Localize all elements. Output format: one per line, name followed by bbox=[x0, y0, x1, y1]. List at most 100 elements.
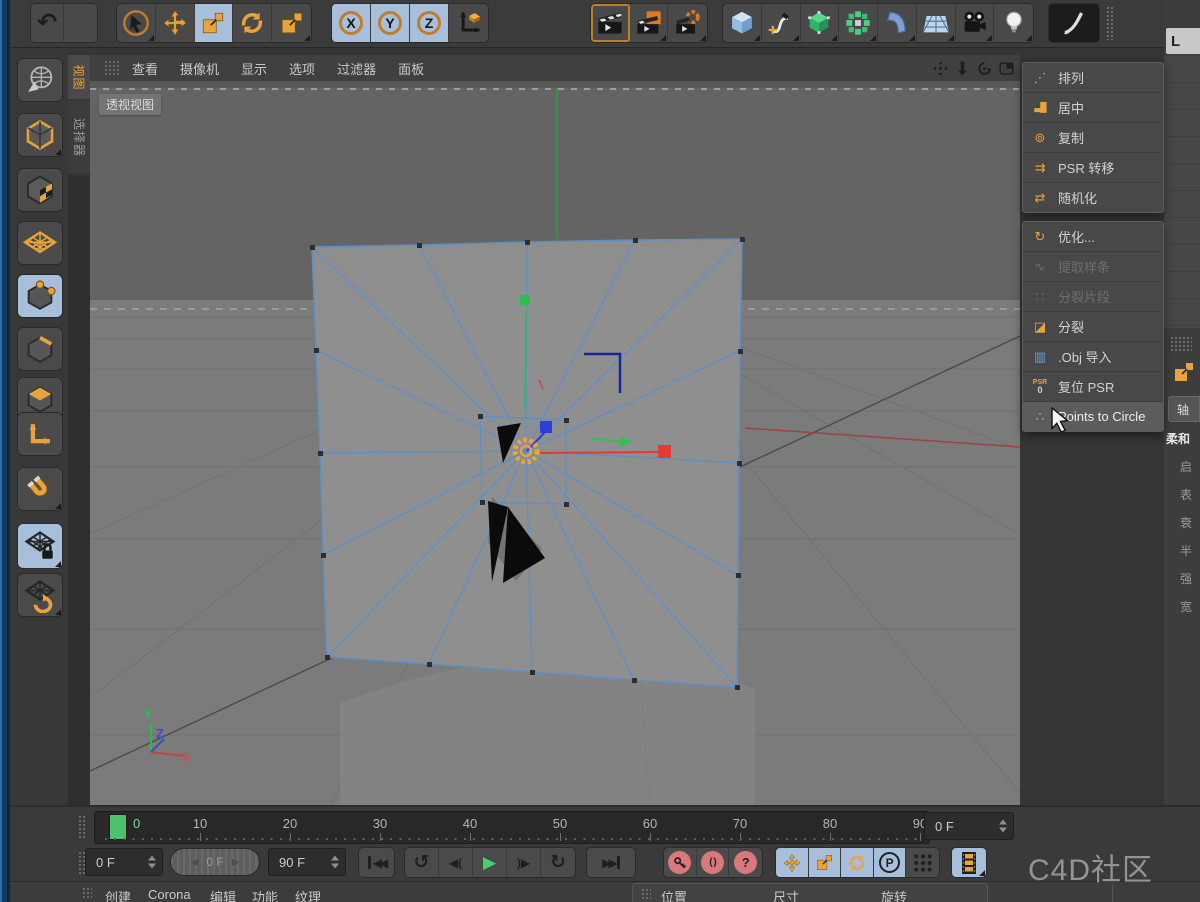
attribute-label-surface[interactable]: 表 bbox=[1180, 486, 1192, 503]
record-parameter-button[interactable]: P bbox=[874, 848, 907, 877]
tab-view[interactable]: 视图 bbox=[68, 55, 90, 99]
attribute-row[interactable] bbox=[1164, 245, 1200, 272]
tab-selector[interactable]: 选择器 bbox=[68, 101, 90, 173]
gizmo-y-handle[interactable] bbox=[520, 295, 530, 305]
timeline-playhead[interactable] bbox=[109, 814, 127, 840]
attribute-label-width[interactable]: 宽 bbox=[1180, 598, 1192, 615]
attribute-row[interactable] bbox=[1164, 299, 1200, 326]
add-spline-pen-button[interactable] bbox=[762, 4, 801, 42]
attribute-row[interactable] bbox=[1164, 56, 1200, 83]
axis-tab-button[interactable]: 轴 bbox=[1168, 396, 1200, 422]
z-axis-lock-button[interactable]: Z bbox=[410, 4, 449, 42]
undo-button[interactable]: ↶ bbox=[31, 4, 64, 42]
goto-start-button[interactable]: ◀◀ bbox=[358, 847, 395, 878]
menu-function[interactable]: 功能 bbox=[252, 887, 278, 902]
gizmo-x-handle[interactable] bbox=[658, 445, 671, 458]
record-pla-button[interactable] bbox=[906, 848, 939, 877]
previous-key-button[interactable]: ↺ bbox=[405, 848, 439, 877]
add-cube-button[interactable] bbox=[723, 4, 762, 42]
next-frame-button[interactable]: )▶ bbox=[507, 848, 541, 877]
previous-frame-button[interactable]: ◀( bbox=[439, 848, 473, 877]
model-mode-button[interactable] bbox=[17, 113, 63, 157]
record-rotation-button[interactable] bbox=[841, 848, 874, 877]
record-scale-button[interactable] bbox=[809, 848, 842, 877]
render-picture-viewer-button[interactable] bbox=[630, 4, 669, 42]
gizmo-y-axis[interactable] bbox=[525, 310, 526, 406]
add-array-button[interactable] bbox=[839, 4, 878, 42]
move-tool-button[interactable] bbox=[156, 4, 195, 42]
menu-item-obj-import[interactable]: ▥ .Obj 导入 bbox=[1023, 342, 1163, 372]
menu-display[interactable]: 显示 bbox=[241, 59, 267, 78]
perspective-viewport[interactable]: Y X Z 透视视图 bbox=[90, 81, 1020, 805]
add-deformer-button[interactable] bbox=[878, 4, 917, 42]
scale-tool-button[interactable] bbox=[195, 4, 234, 42]
render-view-button[interactable] bbox=[591, 4, 630, 42]
menu-panel[interactable]: 面板 bbox=[398, 59, 424, 78]
axis-mode-button[interactable] bbox=[17, 412, 63, 456]
attribute-label-enable[interactable]: 启 bbox=[1180, 458, 1192, 475]
autokey-button[interactable]: ( ) bbox=[697, 848, 730, 877]
make-editable-button[interactable] bbox=[17, 58, 63, 102]
menu-item-extract-spline[interactable]: ∿ 提取样条 bbox=[1023, 252, 1163, 282]
goto-end-button[interactable]: ▶▶ bbox=[586, 847, 636, 878]
menu-item-reset-psr[interactable]: PSR 0 复位 PSR bbox=[1023, 372, 1163, 402]
attribute-row[interactable] bbox=[1164, 83, 1200, 110]
menu-item-split-fragments[interactable]: ∷ 分裂片段 bbox=[1023, 282, 1163, 312]
workplane-lock-button[interactable] bbox=[17, 523, 63, 569]
attribute-row[interactable] bbox=[1164, 110, 1200, 137]
menu-camera[interactable]: 摄像机 bbox=[180, 59, 219, 78]
rotate-tool-button[interactable] bbox=[233, 4, 272, 42]
panel-corner-icon[interactable]: L bbox=[1166, 28, 1200, 54]
live-selection-button[interactable] bbox=[117, 4, 156, 42]
menu-create[interactable]: 创建 bbox=[105, 887, 131, 902]
attribute-row[interactable] bbox=[1164, 218, 1200, 245]
toolbar-grip[interactable] bbox=[1106, 6, 1114, 40]
menu-item-arrange[interactable]: ⋰ 排列 bbox=[1023, 63, 1163, 93]
end-frame-spinner[interactable] bbox=[331, 856, 339, 869]
menu-filter[interactable]: 过滤器 bbox=[337, 59, 376, 78]
menu-item-duplicate[interactable]: ⊚ 复制 bbox=[1023, 123, 1163, 153]
spinner-down-icon[interactable] bbox=[331, 864, 339, 869]
attribute-panel-grip[interactable] bbox=[1170, 336, 1192, 352]
add-subdivision-surface-button[interactable] bbox=[801, 4, 840, 42]
viewport-view-label[interactable]: 透视视图 bbox=[99, 94, 161, 115]
spinner-up-icon[interactable] bbox=[331, 856, 339, 861]
snap-button[interactable] bbox=[17, 467, 63, 511]
viewport-pan-button[interactable] bbox=[930, 58, 951, 78]
timeline-ruler[interactable]: 0 10 20 30 40 50 60 70 80 90 bbox=[94, 811, 930, 844]
bottom-menu-grip[interactable] bbox=[82, 887, 92, 899]
start-frame-field[interactable]: 0 F bbox=[85, 848, 163, 876]
frame-spinner[interactable] bbox=[999, 820, 1007, 833]
edge-mode-button[interactable] bbox=[17, 327, 63, 371]
viewport-rotate-button[interactable] bbox=[974, 58, 995, 78]
texture-mode-button[interactable] bbox=[17, 168, 63, 212]
menu-item-optimize[interactable]: ↻ 优化... bbox=[1023, 222, 1163, 252]
coordinate-system-button[interactable] bbox=[449, 4, 488, 42]
x-axis-lock-button[interactable]: X bbox=[332, 4, 371, 42]
viewport-toggle-button[interactable] bbox=[996, 58, 1017, 78]
attribute-label-strength[interactable]: 强 bbox=[1180, 570, 1192, 587]
spinner-down-icon[interactable] bbox=[999, 828, 1007, 833]
workplane-align-button[interactable] bbox=[17, 573, 63, 617]
add-light-button[interactable] bbox=[994, 4, 1033, 42]
spinner-up-icon[interactable] bbox=[999, 820, 1007, 825]
render-settings-button[interactable] bbox=[668, 4, 707, 42]
attribute-row[interactable] bbox=[1164, 137, 1200, 164]
attribute-row[interactable] bbox=[1164, 272, 1200, 299]
next-key-button[interactable]: ↻ bbox=[541, 848, 575, 877]
menu-item-psr-transfer[interactable]: ⇉ PSR 转移 bbox=[1023, 153, 1163, 183]
record-key-button[interactable] bbox=[664, 848, 697, 877]
last-used-tool-button[interactable] bbox=[272, 4, 311, 42]
menu-edit[interactable]: 编辑 bbox=[210, 887, 236, 902]
play-button[interactable]: ▶ bbox=[473, 848, 507, 877]
coordinates-grip[interactable] bbox=[641, 888, 651, 900]
workplane-mode-button[interactable] bbox=[17, 221, 63, 265]
slider-left-arrow-icon[interactable]: ◀ bbox=[191, 857, 199, 868]
gizmo-z-handle[interactable] bbox=[540, 421, 552, 433]
menu-view[interactable]: 查看 bbox=[132, 59, 158, 78]
gizmo-x-axis[interactable] bbox=[540, 452, 660, 453]
y-axis-lock-button[interactable]: Y bbox=[371, 4, 410, 42]
menu-texture[interactable]: 纹理 bbox=[295, 887, 321, 902]
solo-animation-button[interactable] bbox=[951, 847, 987, 878]
current-frame-field[interactable]: 0 F bbox=[924, 812, 1014, 840]
